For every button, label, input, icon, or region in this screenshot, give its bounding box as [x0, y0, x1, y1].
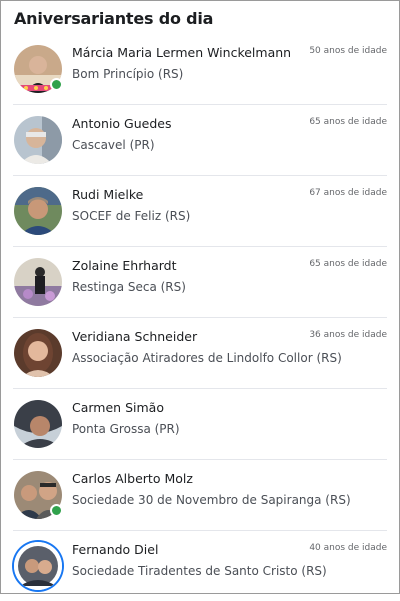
- birthdays-panel: Aniversariantes do dia Márcia Maria Lerm…: [0, 0, 400, 594]
- person-name[interactable]: Carmen Simão: [72, 400, 164, 415]
- online-status-dot: [50, 78, 63, 91]
- person-name[interactable]: Rudi Mielke: [72, 187, 143, 202]
- person-place: Ponta Grossa (PR): [72, 422, 180, 436]
- person-age: 67 anos de idade: [309, 188, 387, 198]
- person-age: 50 anos de idade: [309, 46, 387, 56]
- person-age: 65 anos de idade: [309, 259, 387, 269]
- person-name[interactable]: Antonio Guedes: [72, 116, 171, 131]
- avatar[interactable]: [14, 187, 62, 235]
- list-item[interactable]: Márcia Maria Lermen Winckelmann Bom Prin…: [13, 34, 387, 105]
- list-item[interactable]: Antonio Guedes Cascavel (PR) 65 anos de …: [13, 105, 387, 176]
- person-place: Restinga Seca (RS): [72, 280, 186, 294]
- person-place: Bom Princípio (RS): [72, 67, 184, 81]
- person-place: Cascavel (PR): [72, 138, 155, 152]
- avatar[interactable]: [14, 329, 62, 377]
- online-status-dot: [50, 504, 63, 517]
- person-age: 65 anos de idade: [309, 117, 387, 127]
- avatar[interactable]: [14, 400, 62, 448]
- person-place: Associação Atiradores de Lindolfo Collor…: [72, 351, 342, 365]
- person-name[interactable]: Carlos Alberto Molz: [72, 471, 193, 486]
- list-item[interactable]: Carlos Alberto Molz Sociedade 30 de Nove…: [13, 460, 387, 531]
- person-place: Sociedade Tiradentes de Santo Cristo (RS…: [72, 564, 327, 578]
- person-age: 36 anos de idade: [309, 330, 387, 340]
- person-place: Sociedade 30 de Novembro de Sapiranga (R…: [72, 493, 351, 507]
- avatar[interactable]: [14, 542, 62, 590]
- avatar[interactable]: [14, 471, 63, 519]
- person-name[interactable]: Márcia Maria Lermen Winckelmann: [72, 45, 291, 60]
- list-item[interactable]: Fernando Diel Sociedade Tiradentes de Sa…: [13, 531, 387, 601]
- list-item[interactable]: Veridiana Schneider Associação Atiradore…: [13, 318, 387, 389]
- person-age: 40 anos de idade: [309, 543, 387, 553]
- avatar[interactable]: [14, 45, 63, 93]
- avatar[interactable]: [14, 258, 62, 306]
- person-name[interactable]: Fernando Diel: [72, 542, 158, 557]
- avatar[interactable]: [14, 116, 62, 164]
- panel-title: Aniversariantes do dia: [14, 9, 214, 28]
- person-name[interactable]: Veridiana Schneider: [72, 329, 197, 344]
- person-place: SOCEF de Feliz (RS): [72, 209, 191, 223]
- list-item[interactable]: Zolaine Ehrhardt Restinga Seca (RS) 65 a…: [13, 247, 387, 318]
- list-item[interactable]: Rudi Mielke SOCEF de Feliz (RS) 67 anos …: [13, 176, 387, 247]
- person-name[interactable]: Zolaine Ehrhardt: [72, 258, 176, 273]
- birthday-list: Márcia Maria Lermen Winckelmann Bom Prin…: [1, 34, 399, 601]
- list-item[interactable]: Carmen Simão Ponta Grossa (PR): [13, 389, 387, 460]
